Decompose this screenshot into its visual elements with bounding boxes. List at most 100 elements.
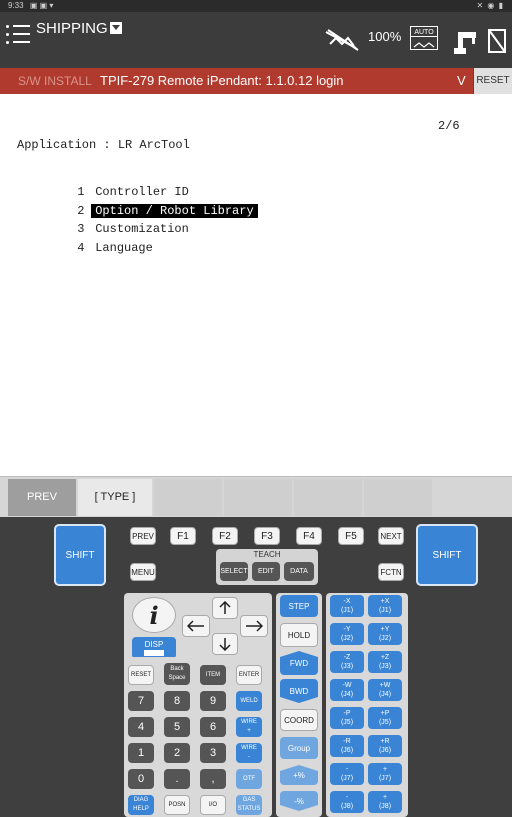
jog-plus-key-7[interactable]: + (J7) [368,763,402,785]
key-dot[interactable]: . [164,769,190,789]
f1-key[interactable]: F1 [170,527,196,545]
jog-plus-key-5[interactable]: +P (J5) [368,707,402,729]
coord-key[interactable]: COORD [280,709,318,731]
dropdown-icon [109,22,122,34]
auto-label: AUTO [411,29,437,37]
arrow-left-icon [187,620,204,632]
reset-button[interactable]: RESET [473,68,512,94]
jog-minus-key-1[interactable]: -X (J1) [330,595,364,617]
jog-minus-key-2[interactable]: -Y (J2) [330,623,364,645]
jog-minus-key-5[interactable]: -P (J5) [330,707,364,729]
step-key[interactable]: STEP [280,595,318,617]
f3-key[interactable]: F3 [254,527,280,545]
screen-content: 2/6 Application : LR ArcTool 1 Controller… [0,94,512,476]
softkey-type[interactable]: [ TYPE ] [78,479,152,516]
program-status-text: TPIF-279 Remote iPendant: 1.1.0.12 login [100,73,344,88]
chevron-down-icon[interactable]: V [457,68,466,94]
weld-key[interactable]: WELD [236,691,262,711]
f5-key[interactable]: F5 [338,527,364,545]
application-title: Application : LR ArcTool [17,138,190,152]
data-key[interactable]: DATA [284,562,314,581]
io-key[interactable]: I/O [200,795,226,815]
arrow-left-key[interactable] [182,615,210,637]
key-comma[interactable]: , [200,769,226,789]
gas-status-key[interactable]: GAS STATUS [236,795,262,815]
item-number: 4 [77,241,85,255]
key-2[interactable]: 2 [164,743,190,763]
softkey-f5[interactable] [294,479,362,516]
list-item[interactable]: 4 Language [34,226,157,255]
softkey-f4[interactable] [224,479,292,516]
jog-minus-key-4[interactable]: -W (J4) [330,679,364,701]
jog-minus-key-6[interactable]: -R (J6) [330,735,364,757]
key-4[interactable]: 4 [128,717,154,737]
key-9[interactable]: 9 [200,691,226,711]
frame-icon[interactable] [486,28,508,58]
key-0[interactable]: 0 [128,769,154,789]
mode-title: SHIPPING [36,20,108,37]
jog-plus-key-8[interactable]: + (J8) [368,791,402,813]
jog-plus-key-2[interactable]: +Y (J2) [368,623,402,645]
robot-arm-icon[interactable] [450,26,480,56]
key-8[interactable]: 8 [164,691,190,711]
system-status-bar: 9:33 ▣ ▣ ▾ ✕ ◉ ▮ [0,0,512,12]
wire-minus-key[interactable]: WIRE - [236,743,262,763]
teach-label: TEACH [253,550,281,559]
alarm-info-bar[interactable]: S/W INSTALL TPIF-279 Remote iPendant: 1.… [0,68,512,94]
arrow-down-key[interactable] [212,633,238,655]
diag-help-key[interactable]: DIAG HELP [128,795,154,815]
auto-mode-icon: AUTO [410,26,438,50]
hold-key[interactable]: HOLD [280,623,318,647]
no-wire-icon [325,29,359,51]
shift-left-button[interactable]: SHIFT [54,524,106,586]
pendant-header: SHIPPING 100% AUTO [0,12,512,68]
key-6[interactable]: 6 [200,717,226,737]
item-key[interactable]: ITEM [200,665,226,685]
jog-plus-key-1[interactable]: +X (J1) [368,595,402,617]
prev-key[interactable]: PREV [130,527,156,545]
key-3[interactable]: 3 [200,743,226,763]
reset-key[interactable]: RESET [128,665,154,685]
otf-key[interactable]: OTF [236,769,262,789]
info-key[interactable]: i [132,597,176,633]
f4-key[interactable]: F4 [296,527,322,545]
jog-plus-key-3[interactable]: +Z (J3) [368,651,402,673]
jog-minus-key-7[interactable]: - (J7) [330,763,364,785]
jog-minus-key-3[interactable]: -Z (J3) [330,651,364,673]
key-1[interactable]: 1 [128,743,154,763]
backspace-key[interactable]: Back Space [164,663,190,685]
softkey-prev[interactable]: PREV [8,479,76,516]
fctn-key[interactable]: FCTN [378,563,404,581]
arrow-right-key[interactable] [240,615,268,637]
arrow-up-icon [219,601,231,614]
arrow-up-key[interactable] [212,597,238,619]
next-key[interactable]: NEXT [378,527,404,545]
key-7[interactable]: 7 [128,691,154,711]
system-icons: ✕ ◉ ▮ [476,1,504,10]
group-key[interactable]: Group [280,737,318,759]
softkey-next[interactable] [364,479,432,516]
list-item[interactable]: 1 Controller ID [34,170,193,199]
softkey-f3[interactable] [154,479,222,516]
ipendant-app: 9:33 ▣ ▣ ▾ ✕ ◉ ▮ SHIPPING 100% AUTO S/W … [0,0,512,817]
jog-minus-key-8[interactable]: - (J8) [330,791,364,813]
posn-key[interactable]: POSN [164,795,190,815]
item-label: Language [95,241,153,255]
jog-plus-key-6[interactable]: +R (J6) [368,735,402,757]
enter-key[interactable]: ENTER [236,665,262,685]
mode-selector[interactable]: SHIPPING [36,20,122,37]
menu-icon[interactable] [6,24,30,44]
list-item-selected[interactable]: 2 Option / Robot Library [34,189,258,218]
list-item[interactable]: 3 Customization [34,207,193,236]
key-5[interactable]: 5 [164,717,190,737]
menu-key[interactable]: MENU [130,563,156,581]
shift-right-button[interactable]: SHIFT [416,524,478,586]
f2-key[interactable]: F2 [212,527,238,545]
jog-plus-key-4[interactable]: +W (J4) [368,679,402,701]
speed-override[interactable]: 100% [368,29,401,44]
status-indicators: ▣ ▣ ▾ [29,1,54,10]
disp-key[interactable]: DISP [132,637,176,659]
edit-key[interactable]: EDIT [252,562,280,581]
wire-plus-key[interactable]: WIRE + [236,717,262,737]
select-key[interactable]: SELECT [220,562,248,581]
